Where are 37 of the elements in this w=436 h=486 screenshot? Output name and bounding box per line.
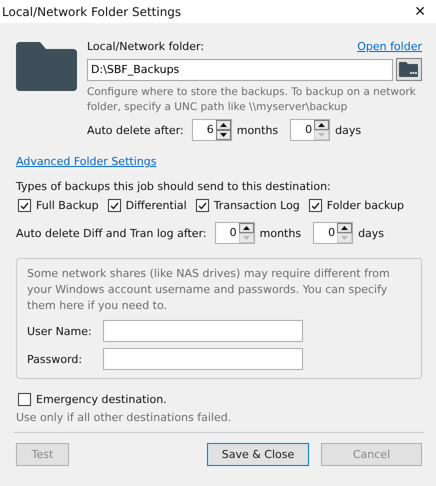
checkbox-label: Transaction Log	[214, 199, 300, 212]
save-close-button[interactable]: Save & Close	[207, 443, 309, 466]
unit-label: months	[260, 226, 302, 240]
folder-label: Local/Network folder:	[87, 40, 204, 53]
field-label: Password:	[27, 352, 84, 366]
checkbox[interactable]	[108, 199, 121, 212]
close-button[interactable]: ✕	[410, 4, 430, 20]
number-spinner[interactable]: 6	[192, 119, 232, 141]
emergency-label: Emergency destination.	[36, 393, 167, 406]
field-label: User Name:	[27, 324, 93, 338]
advanced-settings-link[interactable]: Advanced Folder Settings	[16, 155, 156, 168]
types-label: Types of backups this job should send to this destination:	[16, 180, 332, 193]
unit-label: days	[335, 124, 362, 136]
text-field[interactable]	[103, 320, 303, 342]
folder-icon	[16, 42, 77, 91]
open-folder-link[interactable]: Open folder	[357, 40, 422, 53]
text-field[interactable]	[103, 348, 303, 370]
number-spinner[interactable]: 0	[313, 222, 354, 244]
checkbox-label: Full Backup	[36, 199, 99, 212]
unit-label: months	[236, 124, 278, 136]
path-input[interactable]: D:\SBF_Backups	[87, 58, 393, 80]
window-title: Local/Network Folder Settings	[2, 4, 182, 18]
checkbox[interactable]	[18, 199, 31, 212]
auto-delete-diff-label: Auto delete Diff and Tran log after:	[16, 226, 207, 240]
folder-description: Configure where to store the backups. To backup on a network folder, specify a UNC path like \\myserver\backup	[87, 85, 417, 115]
browse-button[interactable]	[396, 58, 422, 81]
unit-label: days	[358, 226, 384, 240]
checkbox[interactable]	[308, 199, 322, 212]
auto-delete-label: Auto delete after:	[87, 124, 184, 136]
checkbox-label: Differential	[126, 199, 187, 212]
number-spinner[interactable]: 0	[290, 119, 330, 141]
credentials-note: Some network shares (like NAS drives) may require different from your Windows account username and passwords. You can specify them here if you need to.	[27, 266, 391, 314]
emergency-note: Use only if all other destinations failed.	[16, 411, 232, 424]
checkbox-label: Folder backup	[326, 199, 404, 212]
checkbox[interactable]	[18, 393, 31, 406]
checkbox[interactable]	[196, 199, 209, 212]
number-spinner[interactable]: 0	[214, 222, 255, 244]
